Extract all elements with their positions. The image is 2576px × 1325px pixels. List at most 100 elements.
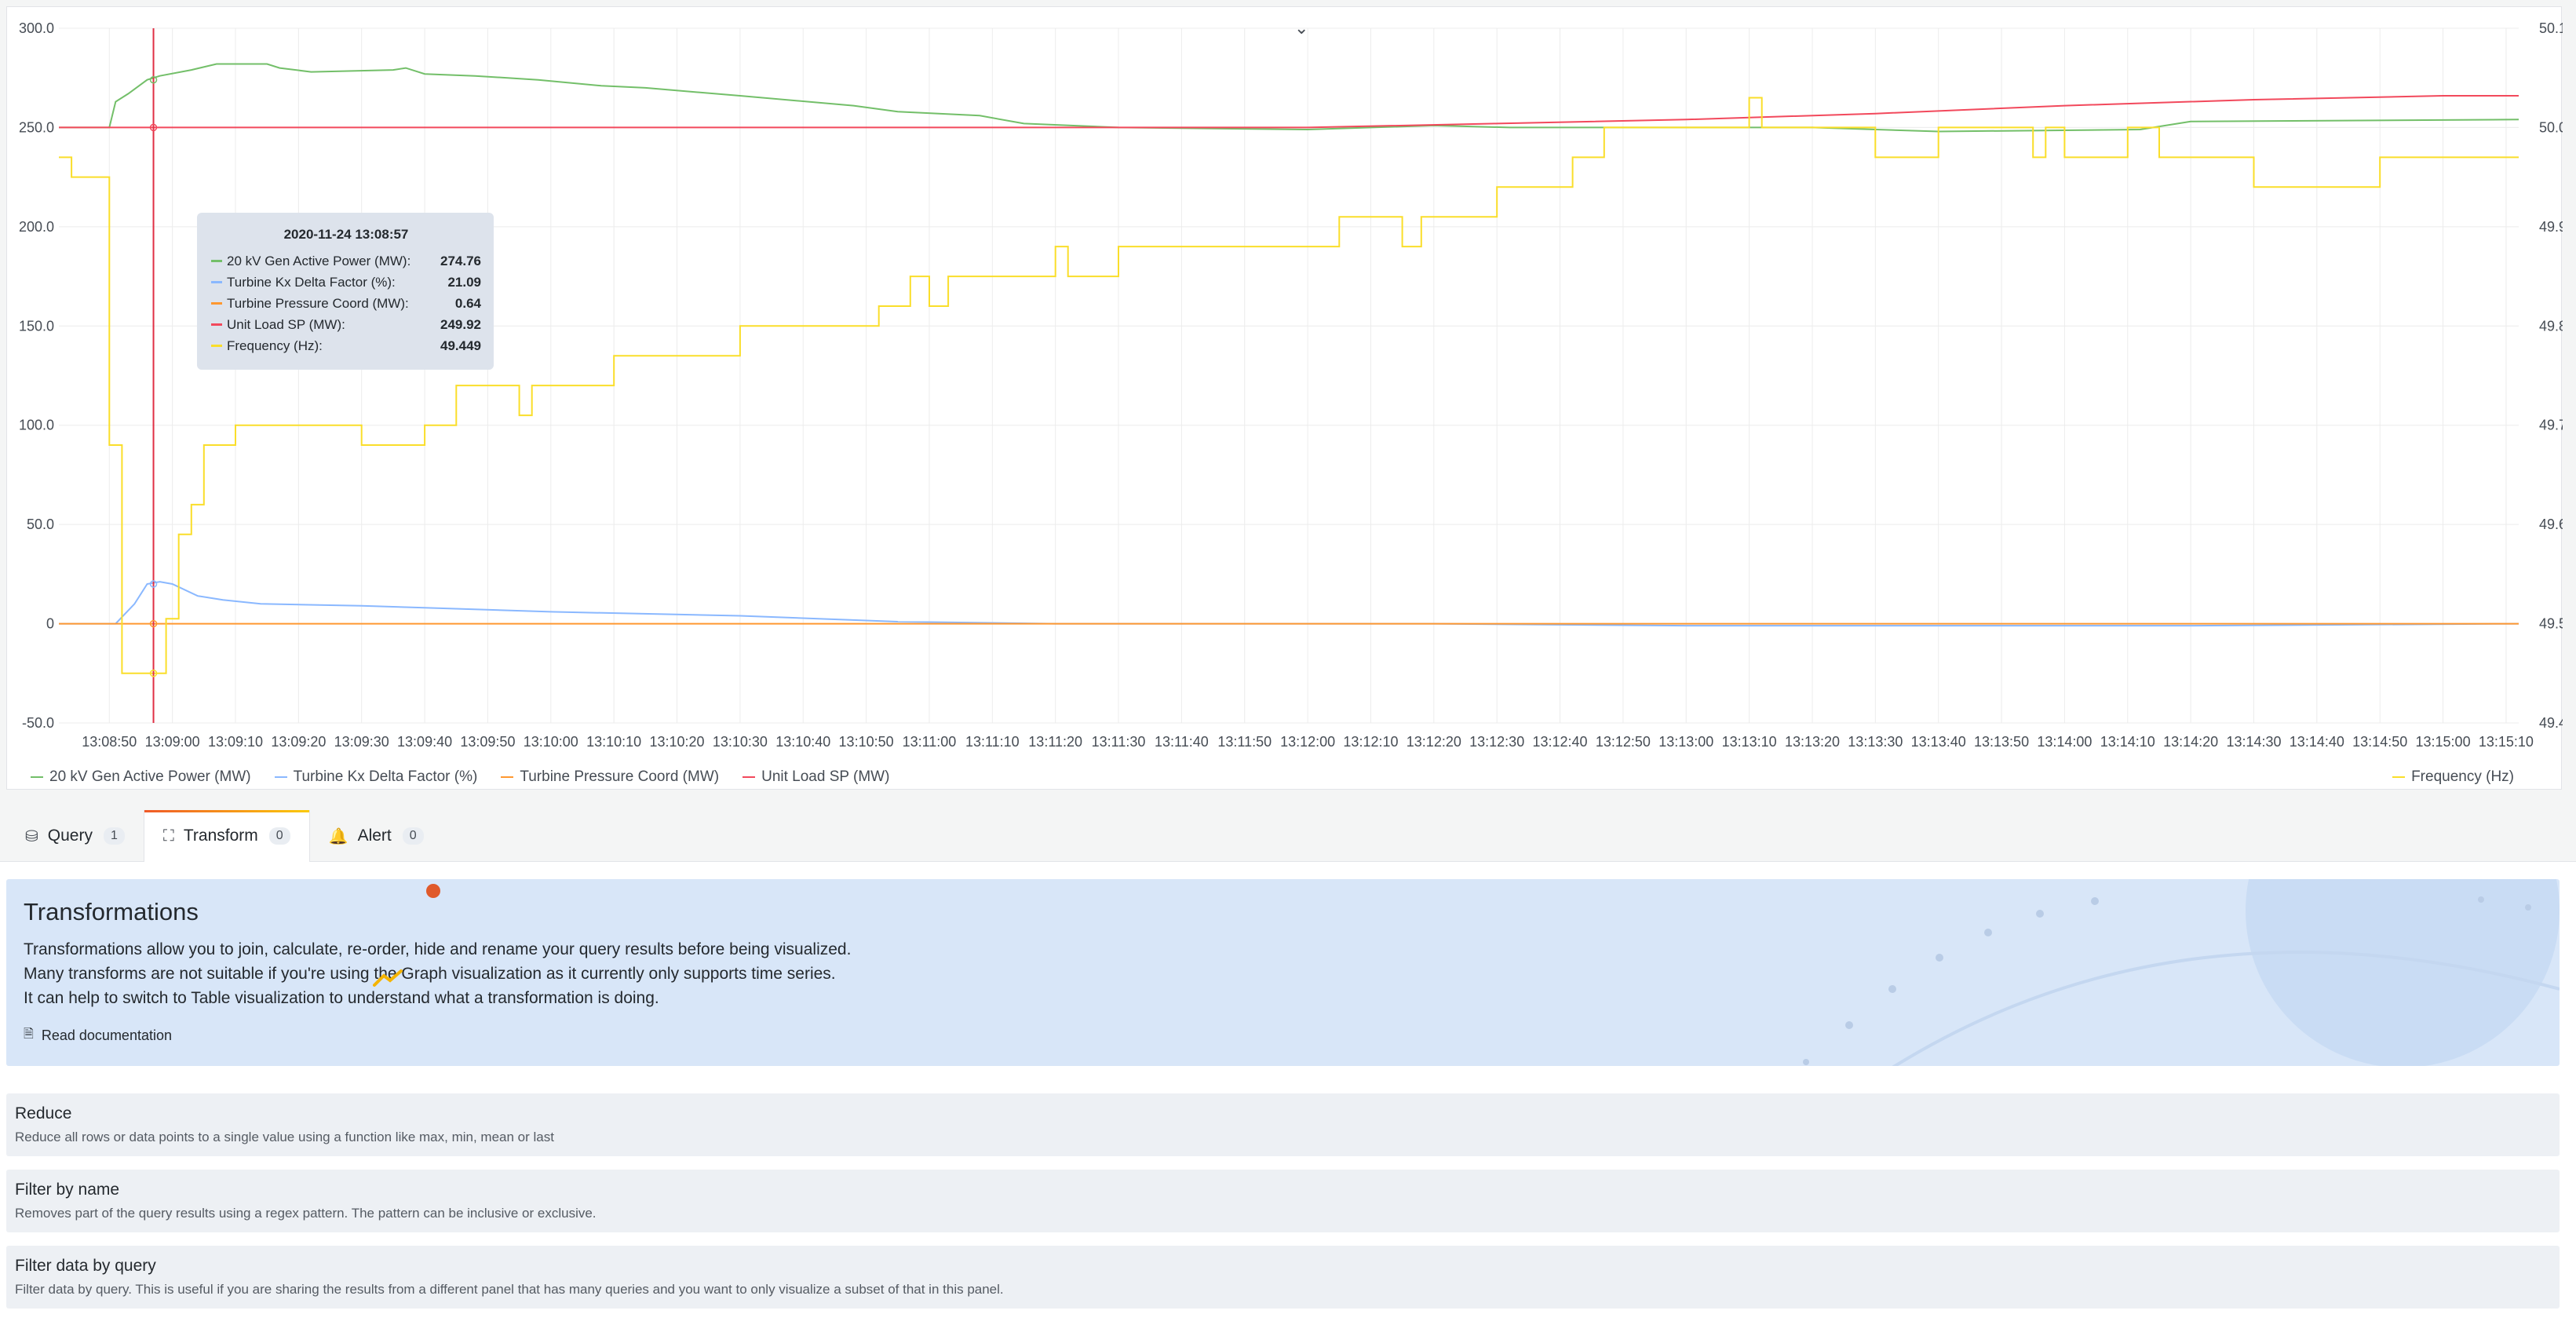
x-tick-label: 13:14:30 [2226, 734, 2281, 750]
x-tick-label: 13:10:50 [839, 734, 894, 750]
tooltip-row: Turbine Pressure Coord (MW): 0.64 [211, 293, 481, 314]
y-left-tick-label: 150.0 [19, 318, 54, 334]
y-right-tick-label: 49.40 [2539, 715, 2563, 731]
series-line-turbine-kx-delta-factor [59, 581, 2519, 627]
time-series-chart[interactable]: 300.0250.0200.0150.0100.050.00-50.050.10… [7, 7, 2563, 765]
x-tick-label: 13:13:10 [1722, 734, 1777, 750]
decorative-squiggle [373, 969, 403, 987]
x-tick-label: 13:14:10 [2100, 734, 2155, 750]
tooltip-value: 21.09 [447, 274, 481, 290]
tooltip-swatch [211, 260, 222, 262]
series-line-frequency-hz [59, 97, 2519, 674]
transform-icon: ⛶ [162, 827, 174, 845]
bell-icon: 🔔 [328, 827, 348, 845]
legend-item-kx-delta[interactable]: Turbine Kx Delta Factor (%) [274, 768, 478, 786]
x-tick-label: 13:12:00 [1280, 734, 1335, 750]
tooltip-swatch [211, 281, 222, 283]
legend-item-frequency[interactable]: Frequency (Hz) [2392, 765, 2514, 789]
tooltip-value: 49.449 [440, 338, 481, 353]
x-tick-label: 13:14:40 [2290, 734, 2344, 750]
tab-alert[interactable]: 🔔 Alert 0 [310, 810, 443, 862]
card-description: Removes part of the query results using … [15, 1206, 597, 1221]
y-right-tick-label: 49.50 [2539, 616, 2563, 632]
series-line-unit-load-sp-mw [59, 95, 2519, 129]
tooltip-label: Unit Load SP (MW): [227, 316, 345, 332]
y-right-tick-label: 50.00 [2539, 119, 2563, 135]
x-tick-label: 13:11:10 [965, 734, 1020, 750]
legend-swatch [743, 776, 756, 778]
legend-label: Turbine Kx Delta Factor (%) [293, 768, 478, 785]
y-left-tick-label: 100.0 [19, 418, 54, 433]
x-tick-label: 13:11:50 [1217, 734, 1272, 750]
x-tick-label: 13:09:00 [145, 734, 200, 750]
series-line-20-kv-gen-active-power-mw [59, 63, 2519, 133]
y-left-tick-label: 50.0 [27, 516, 54, 532]
legend-swatch [274, 776, 287, 778]
tooltip-value: 249.92 [440, 316, 481, 332]
tab-counter: 0 [268, 827, 290, 845]
x-tick-label: 13:10:40 [775, 734, 830, 750]
transformation-card-filter-by-name[interactable]: Filter by name Removes part of the query… [6, 1170, 2560, 1232]
legend-label: Unit Load SP (MW) [761, 768, 890, 785]
y-right-tick-label: 49.60 [2539, 516, 2563, 532]
transformation-card-filter-data-by-query[interactable]: Filter data by query Filter data by quer… [6, 1246, 2560, 1309]
legend-label: Frequency (Hz) [2411, 768, 2514, 785]
y-left-tick-label: 300.0 [19, 20, 54, 36]
x-tick-label: 13:11:20 [1028, 734, 1082, 750]
tooltip-label: Turbine Pressure Coord (MW): [227, 295, 409, 311]
x-tick-label: 13:09:20 [271, 734, 326, 750]
y-left-tick-label: 0 [46, 616, 54, 632]
y-left-tick-label: 250.0 [19, 119, 54, 135]
tooltip-swatch [211, 345, 222, 347]
x-tick-label: 13:11:30 [1092, 734, 1146, 750]
tooltip-swatch [211, 323, 222, 326]
info-title: Transformations [24, 898, 199, 925]
tooltip-value: 0.64 [454, 295, 481, 311]
x-tick-label: 13:12:10 [1343, 734, 1398, 750]
x-tick-label: 13:08:50 [82, 734, 137, 750]
tooltip-title: 2020-11-24 13:08:57 [283, 227, 409, 242]
legend-label: Turbine Pressure Coord (MW) [520, 768, 720, 785]
x-tick-label: 13:09:40 [397, 734, 452, 750]
x-tick-label: 13:13:40 [1911, 734, 1966, 750]
tooltip-value: 274.76 [440, 253, 481, 268]
x-tick-label: 13:13:30 [1848, 734, 1903, 750]
legend-item-gen-active-power[interactable]: 20 kV Gen Active Power (MW) [31, 768, 251, 786]
legend-item-unit-load-sp[interactable]: Unit Load SP (MW) [743, 768, 889, 786]
graph-panel: 300.0250.0200.0150.0100.050.00-50.050.10… [6, 6, 2563, 790]
x-tick-label: 13:14:00 [2037, 734, 2092, 750]
info-line: Many transforms are not suitable if you'… [24, 965, 836, 983]
chart-legend: 20 kV Gen Active Power (MW) Turbine Kx D… [31, 765, 2538, 789]
y-left-tick-label: -50.0 [22, 715, 54, 731]
decorative-dot [426, 884, 440, 898]
x-tick-label: 13:15:10 [2479, 734, 2534, 750]
info-line: It can help to switch to Table visualiza… [24, 989, 659, 1007]
x-tick-label: 13:09:30 [334, 734, 389, 750]
read-documentation-link[interactable]: 🗎 Read documentation [24, 1025, 172, 1046]
tooltip-row: Turbine Kx Delta Factor (%): 21.09 [211, 272, 481, 293]
x-tick-label: 13:13:50 [1974, 734, 2029, 750]
tab-transform[interactable]: ⛶ Transform 0 [143, 810, 310, 862]
card-description: Filter data by query. This is useful if … [15, 1282, 1004, 1297]
legend-item-pressure-coord[interactable]: Turbine Pressure Coord (MW) [501, 768, 719, 786]
x-tick-label: 13:10:00 [524, 734, 578, 750]
x-tick-label: 13:12:20 [1407, 734, 1461, 750]
decorative-graphic [1803, 879, 2560, 1066]
chevron-down-icon[interactable]: ⌄ [1294, 18, 1308, 38]
x-tick-label: 13:13:00 [1658, 734, 1713, 750]
card-title: Filter by name [15, 1181, 120, 1199]
card-description: Reduce all rows or data points to a sing… [15, 1130, 554, 1144]
y-right-tick-label: 49.80 [2539, 318, 2563, 334]
x-tick-label: 13:12:30 [1469, 734, 1524, 750]
x-tick-label: 13:11:00 [903, 734, 957, 750]
tab-query[interactable]: ⛁ Query 1 [6, 810, 144, 862]
tooltip-swatch [211, 302, 222, 305]
info-line: Transformations allow you to join, calcu… [24, 940, 852, 958]
tooltip-row: Frequency (Hz): 49.449 [211, 335, 481, 356]
document-icon: 🗎 [24, 1028, 34, 1041]
graph-tooltip: 2020-11-24 13:08:57 20 kV Gen Active Pow… [197, 213, 494, 370]
legend-swatch [501, 776, 514, 778]
card-title: Filter data by query [15, 1257, 156, 1275]
tooltip-label: 20 kV Gen Active Power (MW): [227, 253, 411, 268]
transformation-card-reduce[interactable]: Reduce Reduce all rows or data points to… [6, 1093, 2560, 1156]
